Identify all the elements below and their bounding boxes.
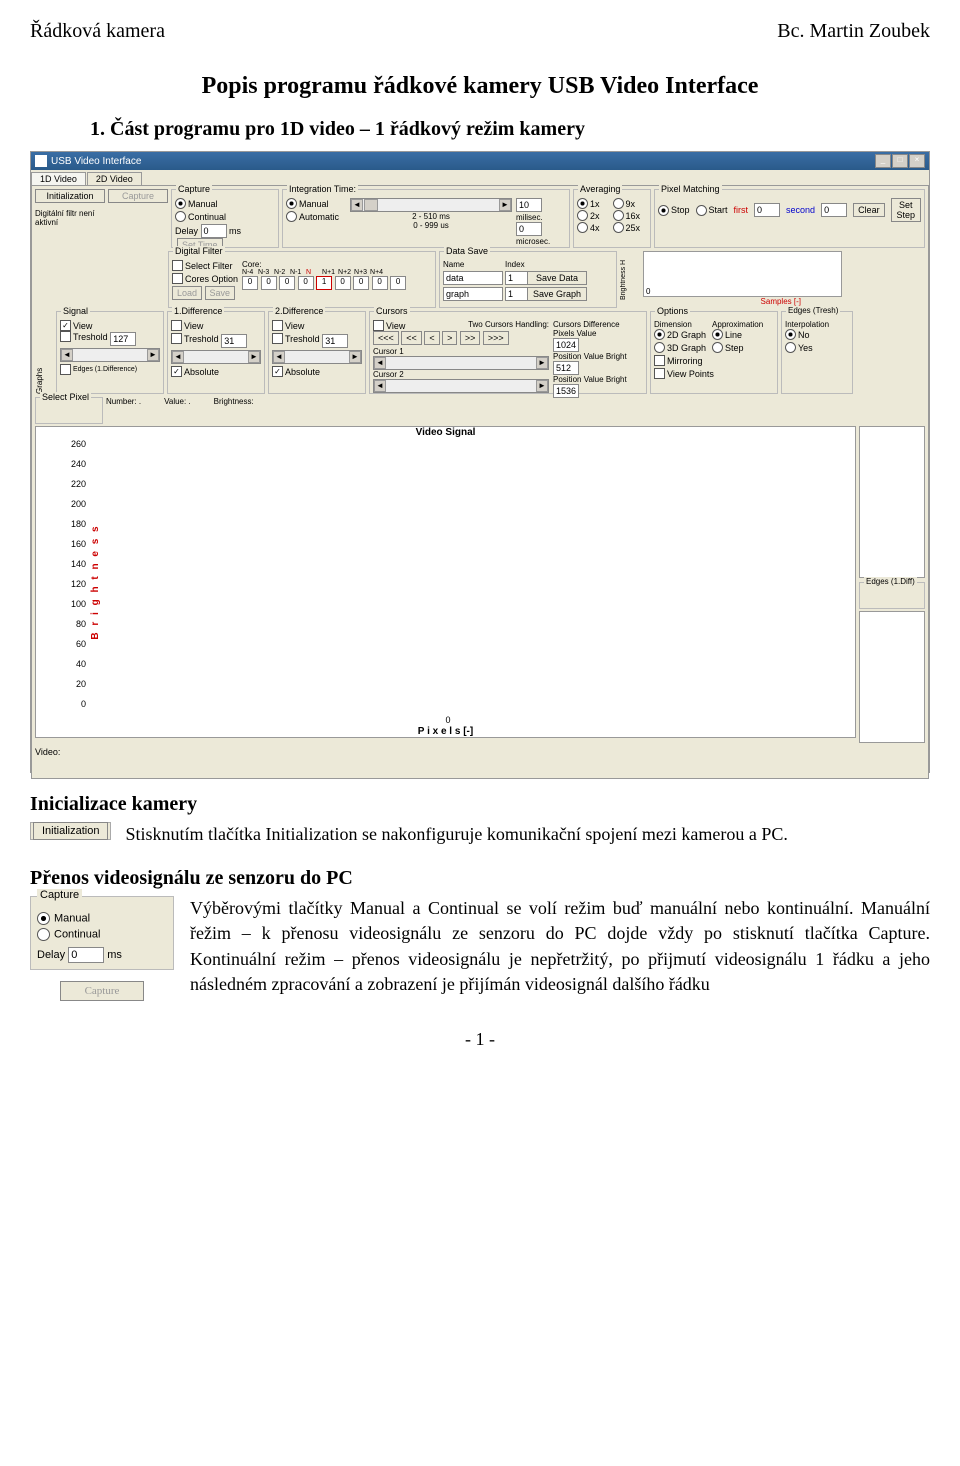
page-footer: - 1 - xyxy=(30,1029,930,1050)
capture-button[interactable]: Capture xyxy=(108,189,168,203)
brightness-h-label: Brightness H xyxy=(620,251,640,308)
filter-status-label: Digitální filtr není aktivní xyxy=(35,209,105,227)
init-btn-illustration: Initialization xyxy=(33,822,108,840)
minimize-button[interactable]: _ xyxy=(875,154,891,168)
pm-second-input[interactable]: 0 xyxy=(821,203,847,217)
doc-title: Popis programu řádkové kamery USB Video … xyxy=(30,73,930,100)
avg-1x-radio[interactable]: 1x xyxy=(577,198,612,209)
tab-2d-video[interactable]: 2D Video xyxy=(87,172,142,185)
avg-16x-radio[interactable]: 16x xyxy=(613,210,648,221)
ill-capture-button: Capture xyxy=(60,981,145,1001)
integration-ms-scroll[interactable]: ◄► xyxy=(350,198,512,212)
capture-panel-illustration: Capture Manual Continual Delay 0 ms xyxy=(30,896,174,970)
window-title: USB Video Interface xyxy=(51,156,141,167)
header-left: Řádková kamera xyxy=(30,20,165,43)
avg-4x-radio[interactable]: 4x xyxy=(577,222,612,233)
tab-1d-video[interactable]: 1D Video xyxy=(31,172,86,185)
signal-edges-check[interactable]: Edges (1.Difference) xyxy=(60,364,137,375)
capture-group-title: Capture xyxy=(176,184,212,194)
avg-2x-radio[interactable]: 2x xyxy=(577,210,612,221)
init-text: Stisknutím tlačítka Initialization se na… xyxy=(125,822,787,847)
signal-tresh-check[interactable]: Treshold xyxy=(60,331,108,342)
datasave-name2[interactable]: graph xyxy=(443,287,503,301)
save-data-button[interactable]: Save Data xyxy=(527,271,587,285)
app-icon xyxy=(35,155,47,167)
delay-input[interactable]: 0 xyxy=(201,224,227,238)
close-button[interactable]: × xyxy=(909,154,925,168)
avg-25x-radio[interactable]: 25x xyxy=(613,222,648,233)
pm-first-input[interactable]: 0 xyxy=(754,203,780,217)
pixel-matching-title: Pixel Matching xyxy=(659,184,722,194)
app-screenshot: USB Video Interface _ □ × 1D Video 2D Vi… xyxy=(30,151,930,773)
transfer-heading: Přenos videosignálu ze senzoru do PC xyxy=(30,867,930,890)
header-right: Bc. Martin Zoubek xyxy=(777,20,930,43)
integration-auto-radio[interactable]: Automatic xyxy=(286,211,339,222)
pm-clear-button[interactable]: Clear xyxy=(853,203,885,217)
data-save-title: Data Save xyxy=(444,246,490,256)
integration-group-title: Integration Time: xyxy=(287,184,358,194)
integration-manual-radio[interactable]: Manual xyxy=(286,198,329,209)
doc-subtitle: 1. Část programu pro 1D video – 1 řádkov… xyxy=(90,118,930,141)
ill-continual-radio: Continual xyxy=(37,928,167,941)
pm-stop-radio[interactable]: Stop xyxy=(658,205,690,216)
edges-diff-list xyxy=(859,611,925,743)
window-titlebar: USB Video Interface _ □ × xyxy=(31,152,929,170)
edges-tresh-list xyxy=(859,426,925,578)
signal-view-check[interactable]: View xyxy=(60,320,92,331)
pm-setstep-button[interactable]: Set Step xyxy=(891,198,921,222)
capture-continual-radio[interactable]: Continual xyxy=(175,211,226,222)
video-signal-chart: Video Signal B r i g h t n e s s 260 240… xyxy=(35,426,856,738)
select-filter-check[interactable]: Select Filter xyxy=(172,260,233,271)
datasave-name1[interactable]: data xyxy=(443,271,503,285)
graphs-label: Graphs xyxy=(35,311,53,394)
transfer-text: Výběrovými tlačítky Manual a Continual s… xyxy=(190,896,930,997)
status-bar: Video: xyxy=(35,747,925,757)
df-save-button[interactable]: Save xyxy=(205,286,236,300)
brightness-mini-chart: 0 Samples [-] xyxy=(643,251,842,297)
capture-manual-radio[interactable]: Manual xyxy=(175,198,218,209)
avg-9x-radio[interactable]: 9x xyxy=(613,198,648,209)
cores-option-check[interactable]: Cores Option xyxy=(172,273,238,284)
ms-input[interactable]: 10 xyxy=(516,198,542,212)
pm-start-radio[interactable]: Start xyxy=(696,205,728,216)
ill-manual-radio: Manual xyxy=(37,912,167,925)
init-heading: Inicializace kamery xyxy=(30,793,930,816)
df-load-button[interactable]: Load xyxy=(172,286,202,300)
maximize-button[interactable]: □ xyxy=(892,154,908,168)
initialization-button[interactable]: Initialization xyxy=(35,189,105,203)
init-button-image: Initialization xyxy=(30,822,111,840)
us-input[interactable]: 0 xyxy=(516,222,542,236)
digital-filter-title: Digital Filter xyxy=(173,246,225,256)
page-header: Řádková kamera Bc. Martin Zoubek xyxy=(30,20,930,43)
averaging-group-title: Averaging xyxy=(578,184,622,194)
save-graph-button[interactable]: Save Graph xyxy=(527,287,587,301)
main-tabs: 1D Video 2D Video xyxy=(31,172,929,185)
